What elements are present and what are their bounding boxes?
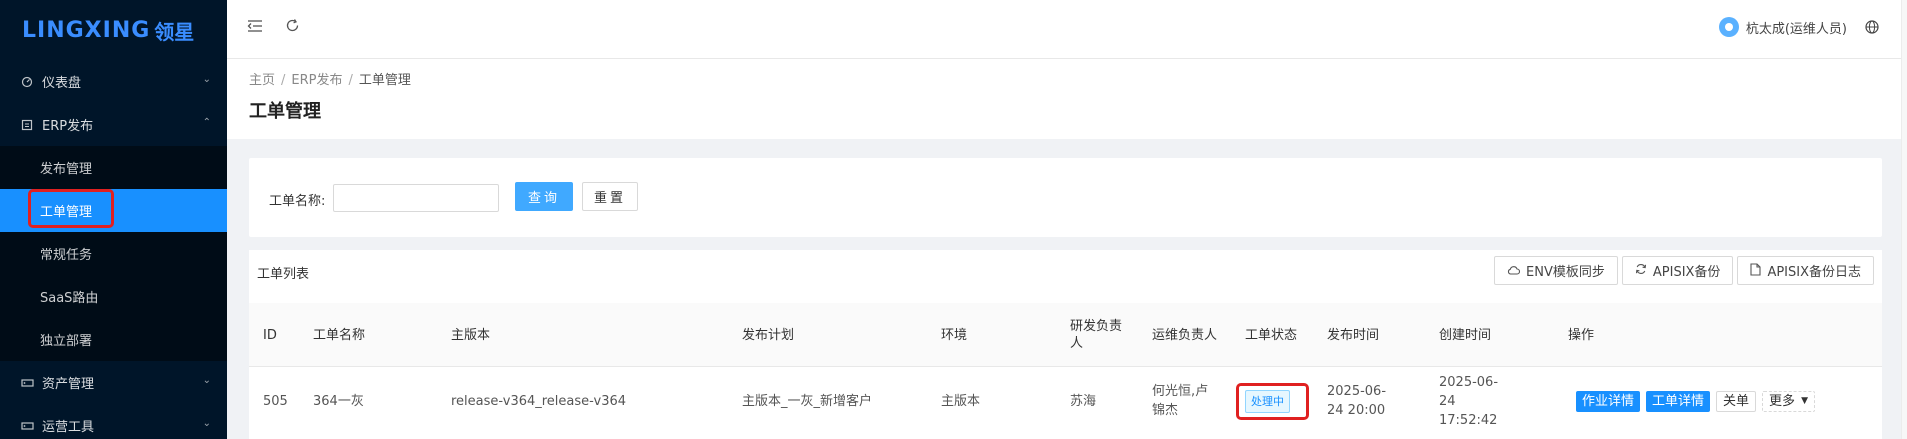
- breadcrumb-current: 工单管理: [358, 73, 411, 88]
- apisix-backup-log-button[interactable]: APISIX备份日志: [1737, 256, 1874, 285]
- user-name: 杭太成(运维人员): [1745, 21, 1847, 37]
- apisix-backup-button[interactable]: APISIX备份: [1621, 256, 1734, 285]
- cell-id: 505: [263, 393, 288, 409]
- document-icon: [20, 118, 34, 132]
- cell-name: 364一灰: [313, 393, 364, 409]
- cell-actions: 作业详情 工单详情 关单 更多 ▼: [1576, 367, 1815, 435]
- sub-item-saas-routing[interactable]: SaaS路由: [0, 275, 227, 318]
- menu-item-dashboard[interactable]: 仪表盘 ⌄: [0, 60, 227, 103]
- tool-label: APISIX备份: [1652, 265, 1721, 280]
- column-header: ID: [263, 327, 277, 343]
- job-detail-button[interactable]: 作业详情: [1576, 390, 1641, 412]
- env-template-sync-button[interactable]: ENV模板同步: [1494, 256, 1618, 285]
- work-order-name-input[interactable]: [333, 184, 499, 212]
- breadcrumb: 主页 / ERP发布 / 工单管理: [249, 73, 411, 88]
- reset-button[interactable]: 重置: [582, 182, 638, 211]
- logo-text-latin: LINGXING: [22, 17, 151, 43]
- file-icon: [1750, 262, 1761, 279]
- order-detail-button[interactable]: 工单详情: [1646, 390, 1711, 412]
- top-header: 杭太成(运维人员): [227, 0, 1907, 59]
- chevron-up-icon: ⌃: [202, 117, 211, 128]
- tool-label: ENV模板同步: [1526, 265, 1605, 280]
- page-header: 主页 / ERP发布 / 工单管理 工单管理: [227, 59, 1907, 139]
- cell-ops-owner: 何光恒,卢锦杰: [1152, 384, 1209, 418]
- user-menu[interactable]: 杭太成(运维人员): [1718, 17, 1847, 37]
- logo[interactable]: LINGXING 领星: [0, 0, 227, 60]
- cell-create-time: 2025-06-24 17:52:42: [1439, 374, 1499, 428]
- menu-item-label: ERP发布: [42, 119, 94, 134]
- query-button[interactable]: 查询: [515, 182, 573, 211]
- work-order-table-card: 工单列表 ENV模板同步 APISIX备份 APISIX备份日志 ID 工单名称…: [249, 250, 1882, 439]
- sub-item-release-management[interactable]: 发布管理: [0, 146, 227, 189]
- column-header: 研发负责人: [1070, 319, 1123, 351]
- logo-text-cn: 领星: [154, 19, 195, 44]
- cell-plan: 主版本_一灰_新增客户: [742, 393, 873, 409]
- table-row[interactable]: 505 364一灰 release-v364_release-v364 主版本_…: [249, 367, 1882, 435]
- highlight-box: [28, 189, 114, 228]
- menu-item-erp[interactable]: ERP发布 ⌃: [0, 103, 227, 146]
- cell-dev-owner: 苏海: [1070, 393, 1097, 409]
- cloud-icon: [1507, 264, 1521, 278]
- menu-item-label: 资产管理: [42, 377, 95, 392]
- chevron-down-icon: ⌄: [202, 74, 211, 85]
- highlight-box: [1236, 383, 1309, 420]
- breadcrumb-erp[interactable]: ERP发布: [291, 73, 342, 88]
- close-order-button[interactable]: 关单: [1716, 390, 1757, 412]
- avatar: [1718, 17, 1739, 37]
- sync-icon: [1635, 263, 1647, 278]
- column-header: 主版本: [451, 327, 491, 343]
- search-form: 工单名称: 查询 重置: [249, 158, 1882, 237]
- tool-label: APISIX备份日志: [1767, 265, 1861, 280]
- page-scrollbar[interactable]: [1901, 0, 1907, 439]
- search-label: 工单名称:: [269, 194, 326, 209]
- menu-item-assets[interactable]: 资产管理 ⌄: [0, 361, 227, 404]
- server-icon: [20, 419, 34, 433]
- table-title: 工单列表: [257, 267, 310, 282]
- sub-item-label: 独立部署: [40, 334, 93, 349]
- sub-item-routine-tasks[interactable]: 常规任务: [0, 232, 227, 275]
- more-dropdown[interactable]: 更多 ▼: [1762, 390, 1815, 412]
- cell-env: 主版本: [941, 393, 981, 409]
- sub-item-label: 常规任务: [40, 248, 93, 263]
- column-header: 创建时间: [1439, 327, 1492, 343]
- sidebar: LINGXING 领星 仪表盘 ⌄ ERP发布 ⌃ 发布管理 工单管理 常规任务…: [0, 0, 227, 439]
- menu-item-label: 仪表盘: [42, 76, 82, 91]
- table-toolbar: ENV模板同步 APISIX备份 APISIX备份日志: [1494, 256, 1874, 285]
- caret-down-icon: ▼: [1801, 395, 1808, 406]
- menu-item-ops-tools[interactable]: 运营工具 ⌄: [0, 404, 227, 439]
- page-title: 工单管理: [249, 101, 321, 122]
- cell-version: release-v364_release-v364: [451, 393, 627, 409]
- refresh-icon[interactable]: [285, 18, 300, 37]
- erp-submenu: 发布管理 工单管理 常规任务 SaaS路由 独立部署: [0, 146, 227, 361]
- dashboard-icon: [20, 75, 34, 89]
- column-header: 发布时间: [1327, 327, 1380, 343]
- cell-publish-time: 2025-06-24 20:00: [1327, 384, 1387, 418]
- column-header: 操作: [1568, 327, 1595, 343]
- column-header: 工单名称: [313, 327, 366, 343]
- sub-item-label: 发布管理: [40, 162, 93, 177]
- chevron-down-icon: ⌄: [202, 418, 211, 429]
- column-header: 环境: [941, 327, 968, 343]
- menu-fold-icon[interactable]: [247, 18, 263, 37]
- menu-item-label: 运营工具: [42, 420, 95, 435]
- breadcrumb-home[interactable]: 主页: [249, 73, 275, 88]
- more-label: 更多: [1769, 393, 1796, 409]
- sub-item-work-order-management[interactable]: 工单管理: [0, 189, 227, 232]
- server-icon: [20, 376, 34, 390]
- chevron-down-icon: ⌄: [202, 375, 211, 386]
- sub-item-standalone-deploy[interactable]: 独立部署: [0, 318, 227, 361]
- column-header: 运维负责人: [1152, 327, 1218, 343]
- column-header: 工单状态: [1245, 327, 1298, 343]
- globe-icon[interactable]: [1865, 20, 1879, 34]
- column-header: 发布计划: [742, 327, 795, 343]
- table-header: ID 工单名称 主版本 发布计划 环境 研发负责人 运维负责人 工单状态 发布时…: [249, 303, 1882, 367]
- sub-item-label: SaaS路由: [40, 291, 99, 306]
